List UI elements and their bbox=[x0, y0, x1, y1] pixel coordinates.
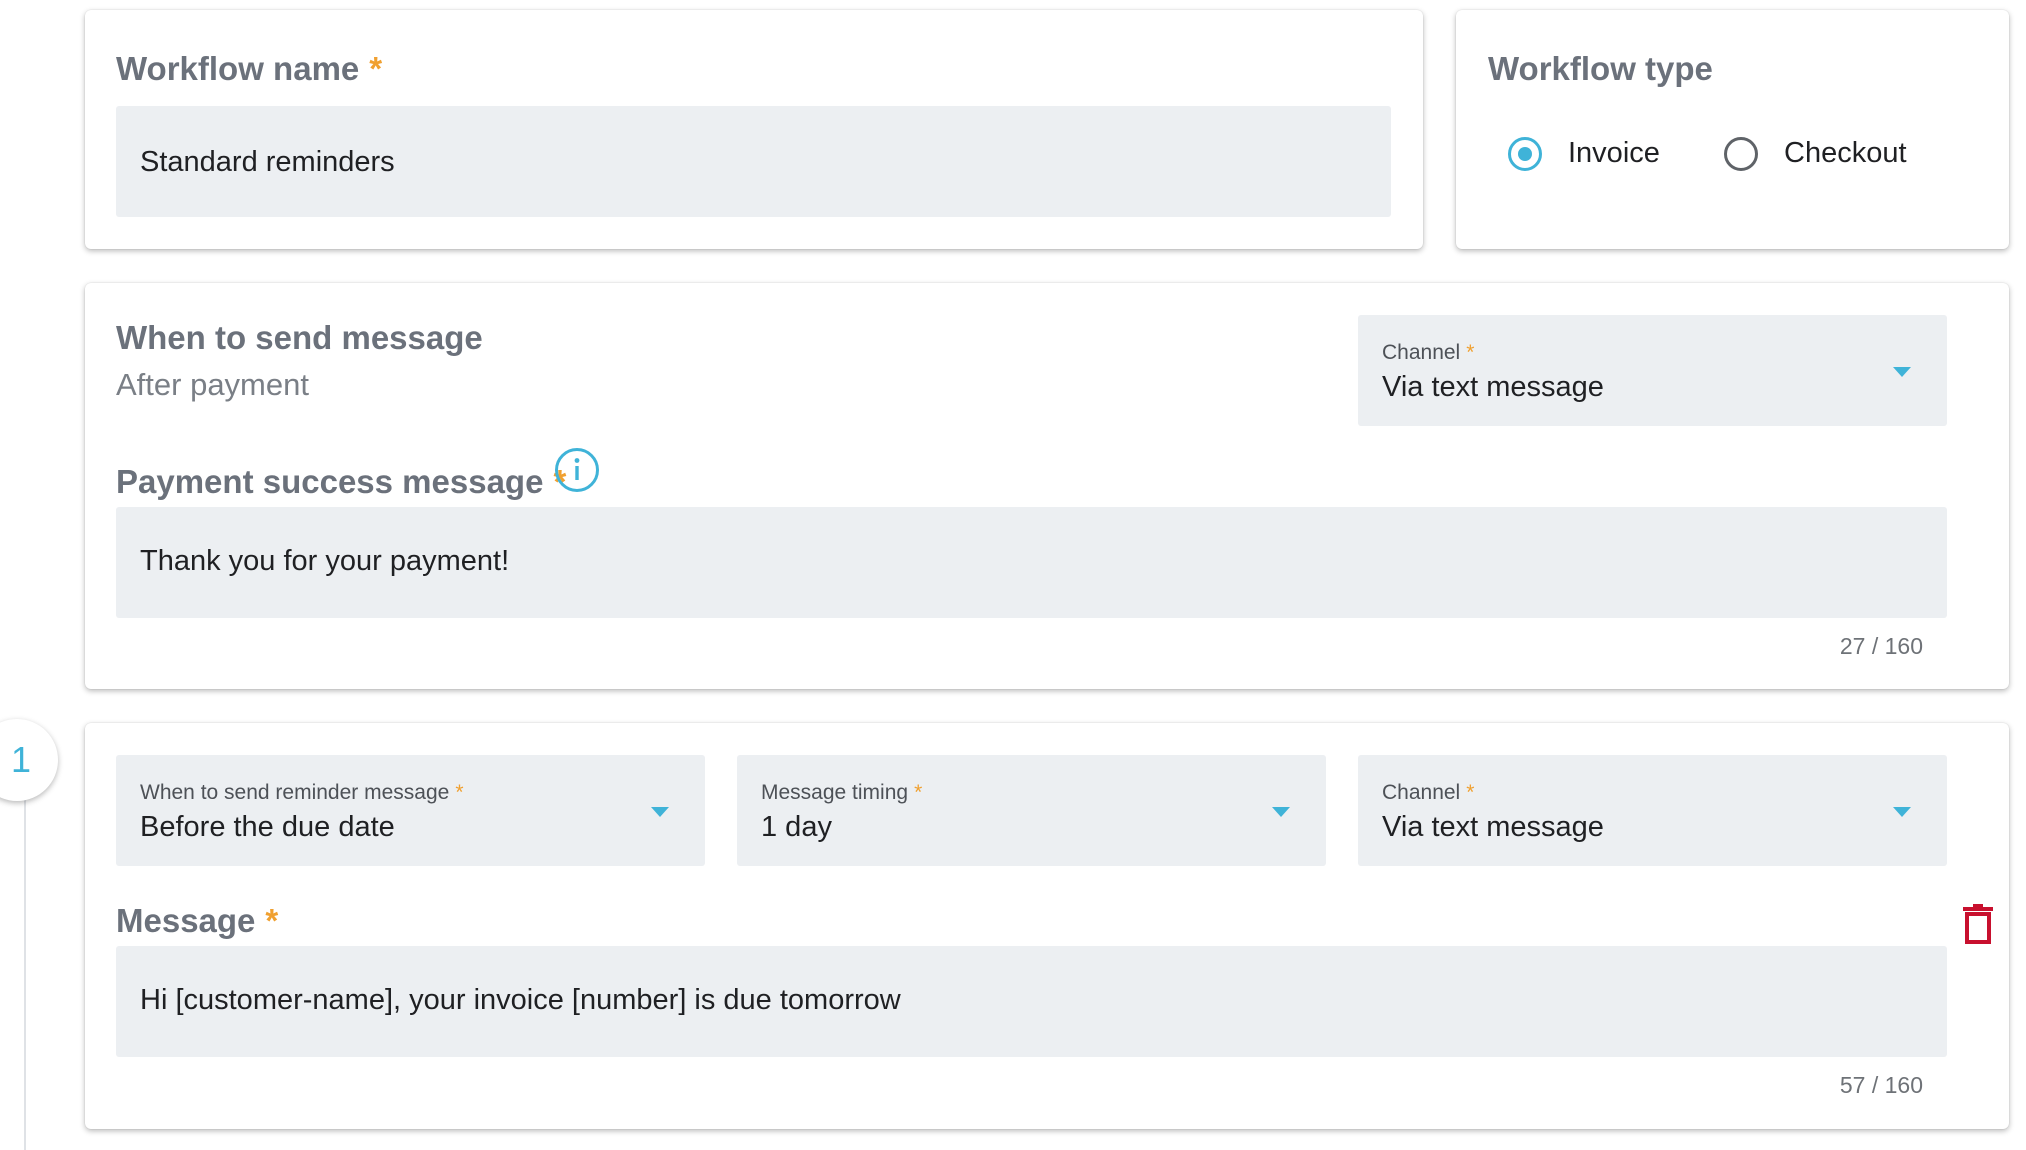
reminder-channel-select[interactable]: Channel * Via text message bbox=[1358, 755, 1947, 866]
reminder-when-value: Before the due date bbox=[140, 811, 395, 843]
step-number: 1 bbox=[11, 739, 32, 780]
reminder-when-select[interactable]: When to send reminder message * Before th… bbox=[116, 755, 705, 866]
workflow-name-value: Standard reminders bbox=[140, 146, 395, 178]
payment-success-card: When to send message After payment Chann… bbox=[85, 283, 2009, 689]
info-icon[interactable] bbox=[554, 447, 600, 493]
payment-channel-select[interactable]: Channel * Via text message bbox=[1358, 315, 1947, 426]
workflow-name-input[interactable]: Standard reminders bbox=[116, 106, 1391, 217]
reminder-message-input[interactable]: Hi [customer-name], your invoice [number… bbox=[116, 946, 1947, 1057]
reminder-message-value: Hi [customer-name], your invoice [number… bbox=[140, 984, 901, 1016]
chevron-down-icon bbox=[1272, 807, 1290, 817]
message-timing-select[interactable]: Message timing * 1 day bbox=[737, 755, 1326, 866]
reminder-message-label: Message * bbox=[116, 902, 279, 939]
message-timing-value: 1 day bbox=[761, 811, 832, 843]
payment-success-message-label: Payment success message * bbox=[116, 463, 567, 500]
radio-checkout-label: Checkout bbox=[1784, 137, 1907, 169]
payment-success-message-input[interactable]: Thank you for your payment! bbox=[116, 507, 1947, 618]
channel-label: Channel * bbox=[1382, 341, 1475, 364]
required-mark: * bbox=[369, 50, 383, 87]
chevron-down-icon bbox=[1893, 367, 1911, 377]
reminder-channel-value: Via text message bbox=[1382, 811, 1604, 843]
reminder-when-label: When to send reminder message * bbox=[140, 781, 464, 804]
workflow-name-card: Workflow name * Standard reminders bbox=[85, 10, 1423, 249]
chevron-down-icon bbox=[1893, 807, 1911, 817]
radio-unselected-icon bbox=[1724, 137, 1758, 171]
message-timing-label: Message timing * bbox=[761, 781, 923, 804]
step-number-badge: 1 bbox=[0, 719, 58, 801]
reminder-channel-label: Channel * bbox=[1382, 781, 1475, 804]
trash-icon[interactable] bbox=[1963, 904, 1993, 944]
radio-invoice[interactable]: Invoice bbox=[1508, 135, 1678, 179]
payment-message-char-counter: 27 / 160 bbox=[1839, 633, 1923, 659]
radio-invoice-label: Invoice bbox=[1568, 137, 1660, 169]
reminder-message-char-counter: 57 / 160 bbox=[1839, 1072, 1923, 1098]
when-to-send-label: When to send message bbox=[116, 319, 483, 356]
radio-selected-icon bbox=[1508, 137, 1542, 171]
chevron-down-icon bbox=[651, 807, 669, 817]
step-timeline-line bbox=[24, 790, 26, 1150]
reminder-card: When to send reminder message * Before th… bbox=[85, 723, 2009, 1129]
workflow-type-label: Workflow type bbox=[1488, 50, 1713, 87]
channel-value: Via text message bbox=[1382, 371, 1604, 403]
workflow-type-card: Workflow type Invoice Checkout bbox=[1456, 10, 2009, 249]
radio-checkout[interactable]: Checkout bbox=[1724, 135, 1924, 179]
workflow-name-label: Workflow name * bbox=[116, 50, 383, 87]
payment-success-message-value: Thank you for your payment! bbox=[140, 545, 510, 577]
when-to-send-value: After payment bbox=[116, 367, 309, 402]
